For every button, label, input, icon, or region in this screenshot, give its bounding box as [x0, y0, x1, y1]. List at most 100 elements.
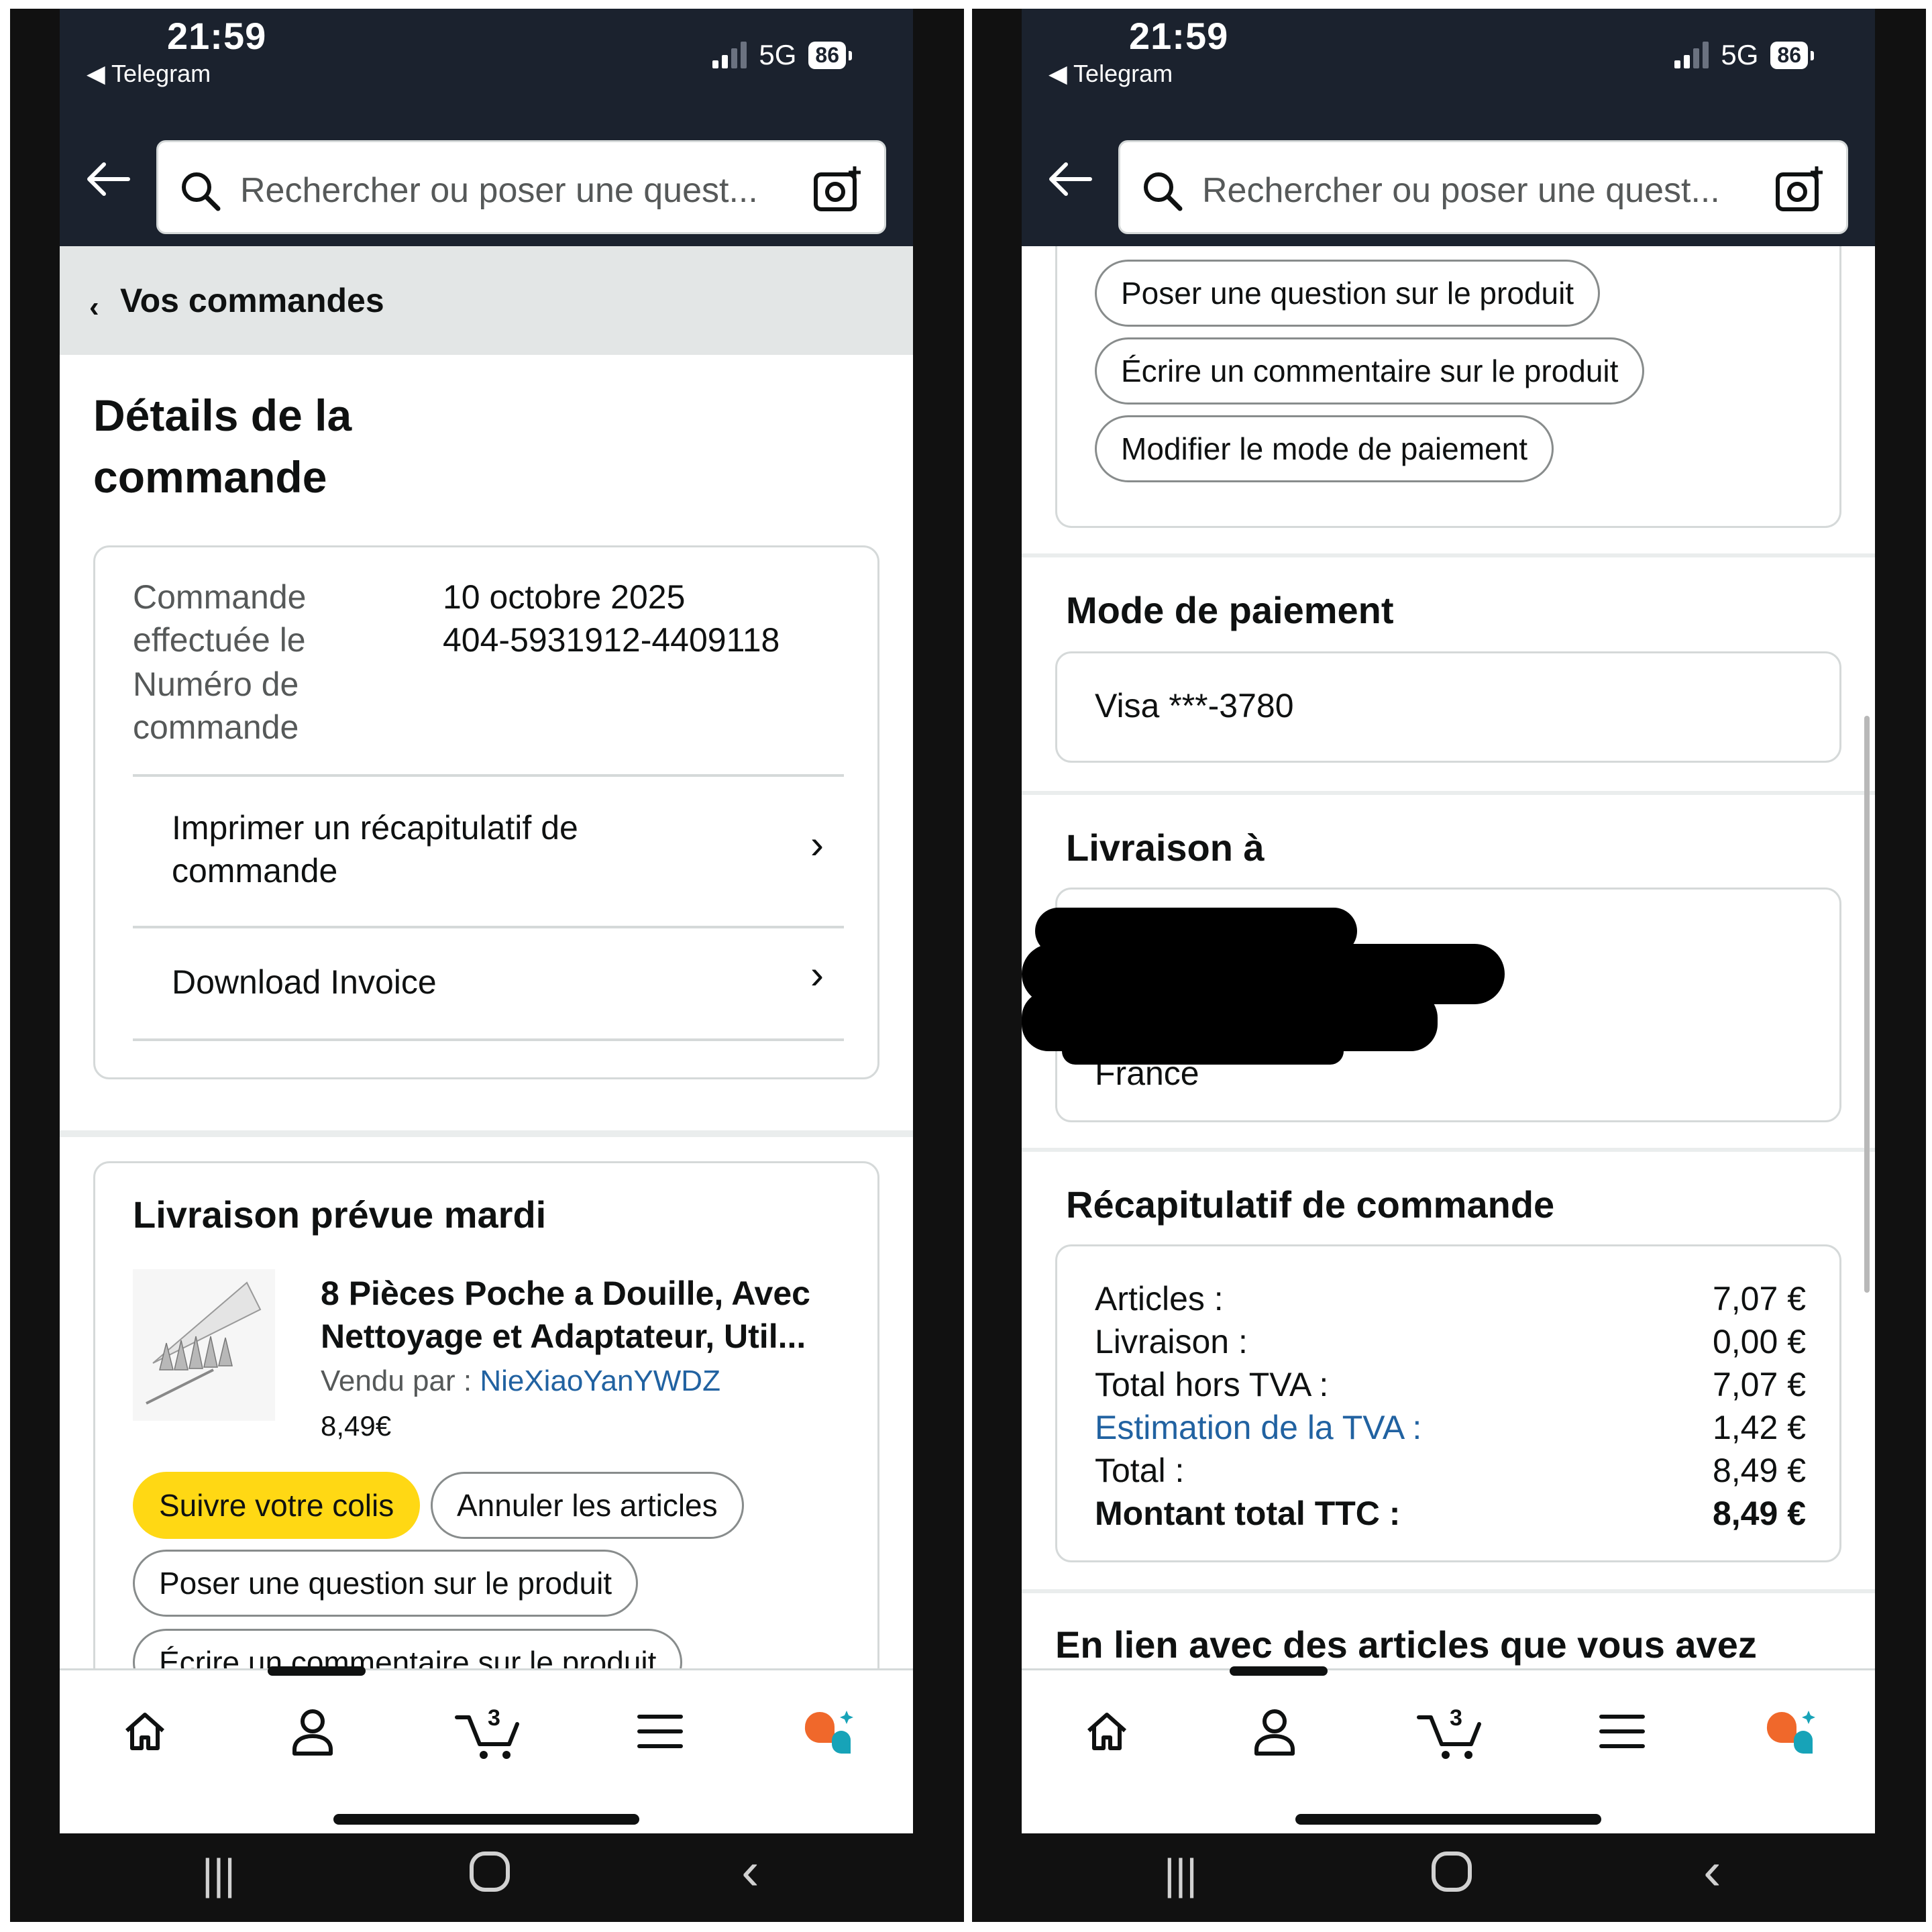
product-price: 8,49€ [321, 1410, 392, 1442]
chevron-right-icon: › [810, 822, 824, 867]
seller-label: Vendu par [321, 1364, 455, 1397]
order-date-value: 10 octobre 2025 [443, 578, 686, 616]
system-navigation: ||| ‹ [10, 1833, 964, 1922]
search-bar[interactable]: Rechercher ou poser une quest... [1118, 140, 1848, 234]
home-icon[interactable] [115, 1701, 175, 1762]
status-time: 21:59 [167, 15, 267, 57]
change-payment-button[interactable]: Modifier le mode de paiement [1095, 415, 1554, 482]
chevron-left-icon: ‹ [89, 290, 99, 323]
seller-separator: : [455, 1364, 480, 1397]
print-summary-link[interactable]: Imprimer un récapitulatif de commande › [133, 774, 844, 926]
status-time: 21:59 [1129, 15, 1229, 57]
status-indicators: 5G 86 [1674, 39, 1814, 71]
summary-label: Articles : [1095, 1280, 1224, 1318]
write-review-button[interactable]: Écrire un commentaire sur le produit [133, 1629, 683, 1668]
vat-estimate-link[interactable]: Estimation de la TVA : [1095, 1409, 1421, 1446]
battery-icon: 86 [1770, 41, 1814, 69]
home-button-icon[interactable] [1430, 1849, 1474, 1904]
rufus-assistant-icon[interactable] [798, 1701, 858, 1762]
bottom-nav: 3 [60, 1666, 913, 1833]
summary-value: 7,07 € [1712, 1280, 1806, 1318]
rufus-assistant-icon[interactable] [1760, 1701, 1820, 1762]
recent-apps-icon[interactable]: ||| [202, 1849, 235, 1899]
back-arrow-icon[interactable] [84, 160, 131, 198]
section-divider [1022, 1589, 1875, 1593]
shipping-heading: Livraison à [1066, 826, 1265, 869]
back-to-app-link[interactable]: ◀ Telegram [1049, 60, 1173, 88]
delivery-card-continued: Poser une question sur le produit Écrire… [1055, 246, 1841, 528]
search-input[interactable]: Rechercher ou poser une quest... [240, 170, 790, 211]
home-indicator [1295, 1814, 1601, 1825]
cart-count: 3 [488, 1705, 500, 1731]
home-icon[interactable] [1077, 1701, 1137, 1762]
network-type: 5G [1721, 39, 1759, 70]
summary-value: 8,49 € [1712, 1452, 1806, 1489]
back-arrow-icon[interactable] [1046, 160, 1093, 198]
track-package-button[interactable]: Suivre votre colis [133, 1472, 421, 1539]
drawer-handle[interactable] [268, 1666, 366, 1676]
cart-icon[interactable]: 3 [1415, 1701, 1489, 1762]
header-bar: 21:59 ◀ Telegram 5G 86 Rechercher ou pos… [60, 9, 913, 246]
search-bar[interactable]: Rechercher ou poser une quest... [156, 140, 886, 234]
account-icon[interactable] [1244, 1701, 1305, 1762]
signal-icon [712, 42, 747, 68]
cancel-items-button[interactable]: Annuler les articles [431, 1472, 744, 1539]
breadcrumb[interactable]: ‹ Vos commandes [60, 246, 913, 355]
write-review-button[interactable]: Écrire un commentaire sur le produit [1095, 337, 1645, 405]
cart-icon[interactable]: 3 [453, 1701, 527, 1762]
summary-heading: Récapitulatif de commande [1066, 1183, 1555, 1226]
product-title-link[interactable]: 8 Pièces Poche a Douille, Avec Nettoyage… [321, 1272, 857, 1358]
delivery-card: Livraison prévue mardi 8 Pièces Poche a … [93, 1161, 879, 1668]
ask-question-button[interactable]: Poser une question sur le produit [133, 1550, 639, 1617]
order-date-label: Commande effectuée le [133, 578, 307, 659]
summary-row: Articles : 7,07 € [1095, 1277, 1806, 1320]
menu-icon[interactable] [1592, 1701, 1652, 1762]
back-to-app-link[interactable]: ◀ Telegram [87, 60, 211, 88]
summary-label: Montant total TTC : [1095, 1495, 1401, 1532]
scrollbar[interactable] [1864, 716, 1870, 1293]
divider [133, 1038, 844, 1041]
drawer-handle[interactable] [1230, 1666, 1328, 1676]
back-nav-icon[interactable]: ‹ [741, 1840, 759, 1902]
bottom-nav: 3 [1022, 1666, 1875, 1833]
product-image[interactable] [133, 1269, 275, 1421]
summary-label: Total hors TVA : [1095, 1366, 1329, 1403]
section-divider [1022, 791, 1875, 795]
menu-icon[interactable] [630, 1701, 690, 1762]
section-divider [1022, 1148, 1875, 1152]
seller-name-link[interactable]: NieXiaoYanYWDZ [480, 1364, 720, 1397]
seller-line: Vendu par : NieXiaoYanYWDZ [321, 1364, 720, 1398]
payment-card: Visa ***-3780 [1055, 651, 1841, 763]
app-screen: 21:59 ◀ Telegram 5G 86 Rechercher ou pos… [60, 9, 913, 1833]
piping-bag-icon [133, 1269, 275, 1421]
page-content: Poser une question sur le produit Écrire… [1022, 246, 1875, 1668]
payment-heading: Mode de paiement [1066, 589, 1394, 631]
camera-search-icon[interactable] [813, 165, 864, 213]
summary-row: Total hors TVA : 7,07 € [1095, 1363, 1806, 1406]
ask-question-button[interactable]: Poser une question sur le produit [1095, 260, 1601, 327]
summary-row: Estimation de la TVA : 1,42 € [1095, 1406, 1806, 1449]
section-divider [60, 1130, 913, 1137]
home-indicator [333, 1814, 639, 1825]
app-screen: 21:59 ◀ Telegram 5G 86 Rechercher ou pos… [1022, 9, 1875, 1833]
summary-row: Livraison : 0,00 € [1095, 1320, 1806, 1363]
search-input[interactable]: Rechercher ou poser une quest... [1202, 170, 1752, 211]
signal-icon [1674, 42, 1709, 68]
payment-method: Visa ***-3780 [1095, 687, 1294, 724]
print-summary-label: Imprimer un récapitulatif de commande [172, 809, 578, 890]
phone-screenshot-left: 21:59 ◀ Telegram 5G 86 Rechercher ou pos… [10, 9, 964, 1922]
account-icon[interactable] [282, 1701, 343, 1762]
download-invoice-link[interactable]: Download Invoice › [133, 926, 844, 1038]
breadcrumb-label: Vos commandes [120, 282, 384, 319]
camera-search-icon[interactable] [1775, 165, 1826, 213]
order-info-card: Commande effectuée le 10 octobre 2025 Nu… [93, 545, 879, 1079]
order-number-label: Numéro de commande [133, 665, 299, 746]
delivery-heading: Livraison prévue mardi [133, 1193, 547, 1236]
back-app-label: Telegram [1073, 60, 1173, 87]
recent-apps-icon[interactable]: ||| [1164, 1849, 1197, 1899]
network-type: 5G [759, 39, 797, 70]
summary-value: 0,00 € [1712, 1323, 1806, 1360]
home-button-icon[interactable] [468, 1849, 512, 1904]
back-nav-icon[interactable]: ‹ [1703, 1840, 1721, 1902]
search-icon [1144, 172, 1183, 211]
